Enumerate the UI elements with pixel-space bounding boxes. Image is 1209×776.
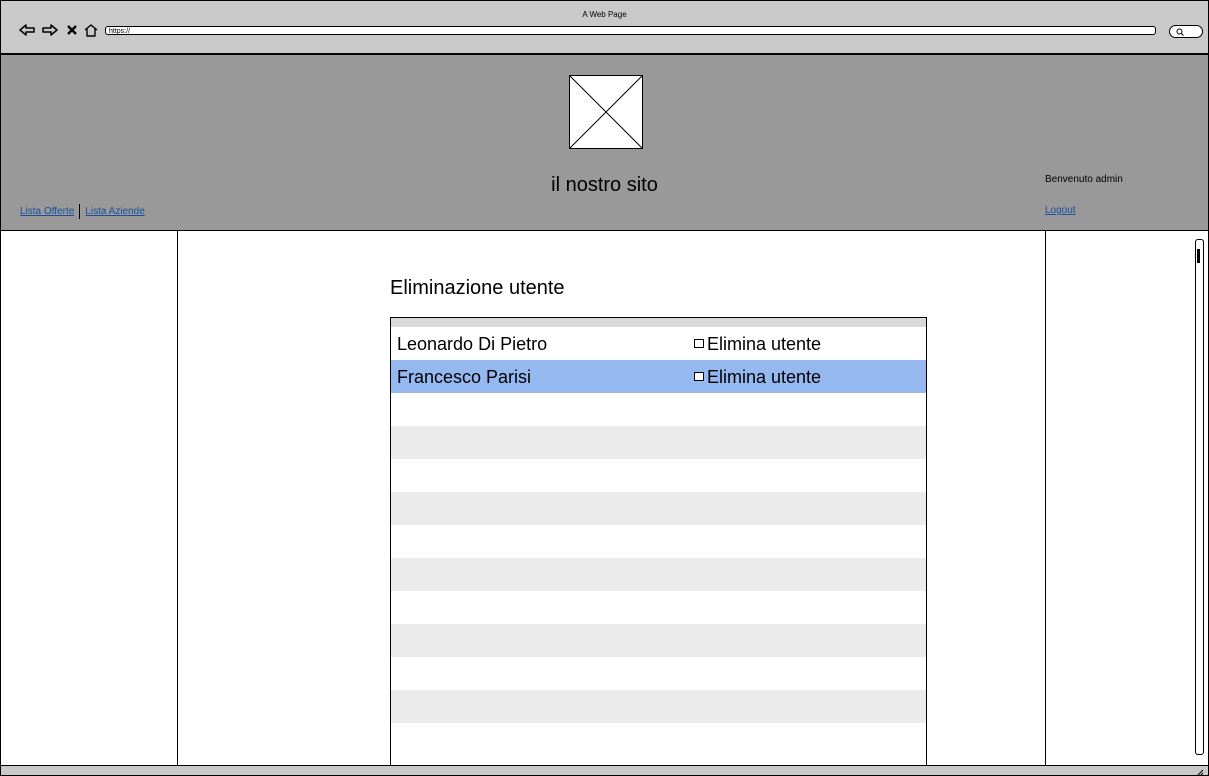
empty-list-row bbox=[391, 426, 926, 459]
address-bar[interactable]: https:// bbox=[105, 26, 1156, 35]
right-column-divider bbox=[1045, 231, 1046, 765]
empty-list-row bbox=[391, 558, 926, 591]
stop-icon[interactable] bbox=[65, 21, 79, 39]
delete-user-checkbox[interactable] bbox=[694, 339, 704, 348]
nav-separator bbox=[79, 204, 81, 219]
back-icon[interactable] bbox=[18, 21, 36, 39]
user-row[interactable]: Leonardo Di Pietro Elimina utente bbox=[391, 327, 926, 360]
logo-placeholder-image bbox=[569, 75, 643, 149]
main-nav: Lista Offerte Lista Aziende bbox=[20, 204, 145, 219]
window-title: A Web Page bbox=[582, 10, 627, 19]
delete-user-label[interactable]: Elimina utente bbox=[707, 334, 821, 355]
browser-search-field[interactable] bbox=[1169, 25, 1203, 38]
list-header bbox=[391, 318, 926, 327]
empty-list-row bbox=[391, 690, 926, 723]
empty-list-row bbox=[391, 393, 926, 426]
empty-list-row bbox=[391, 492, 926, 525]
site-header: il nostro sito Lista Offerte Lista Azien… bbox=[1, 55, 1208, 231]
search-icon bbox=[1176, 28, 1184, 36]
delete-user-label[interactable]: Elimina utente bbox=[707, 367, 821, 388]
user-name: Francesco Parisi bbox=[397, 367, 532, 387]
user-list-rows: Leonardo Di Pietro Elimina utente Francesc… bbox=[391, 327, 926, 756]
welcome-message: Benvenuto admin bbox=[1045, 174, 1123, 185]
left-column-divider bbox=[177, 231, 178, 765]
empty-list-row bbox=[391, 723, 926, 756]
logout-link[interactable]: Logout bbox=[1045, 205, 1076, 216]
nav-link-lista-aziende[interactable]: Lista Aziende bbox=[85, 206, 145, 217]
empty-list-row bbox=[391, 459, 926, 492]
page-heading: Eliminazione utente bbox=[390, 277, 565, 299]
site-title: il nostro sito bbox=[551, 174, 658, 196]
status-bar bbox=[1, 765, 1208, 776]
user-row[interactable]: Francesco Parisi Elimina utente bbox=[391, 360, 926, 393]
empty-list-row bbox=[391, 657, 926, 690]
nav-link-lista-offerte[interactable]: Lista Offerte bbox=[20, 206, 74, 217]
forward-icon[interactable] bbox=[41, 21, 59, 39]
scrollbar-thumb[interactable] bbox=[1197, 249, 1200, 263]
browser-toolbar: A Web Page https:// bbox=[1, 1, 1208, 55]
vertical-scrollbar[interactable] bbox=[1195, 239, 1204, 755]
user-name: Leonardo Di Pietro bbox=[397, 334, 548, 354]
delete-user-checkbox[interactable] bbox=[694, 372, 704, 381]
empty-list-row bbox=[391, 591, 926, 624]
empty-list-row bbox=[391, 624, 926, 657]
browser-window: A Web Page https:// il nostro sito Lista… bbox=[0, 0, 1209, 776]
resize-grip-icon[interactable] bbox=[1194, 768, 1203, 776]
empty-list-row bbox=[391, 525, 926, 558]
home-icon[interactable] bbox=[83, 21, 99, 39]
user-list: Leonardo Di Pietro Elimina utente Francesc… bbox=[390, 317, 927, 765]
